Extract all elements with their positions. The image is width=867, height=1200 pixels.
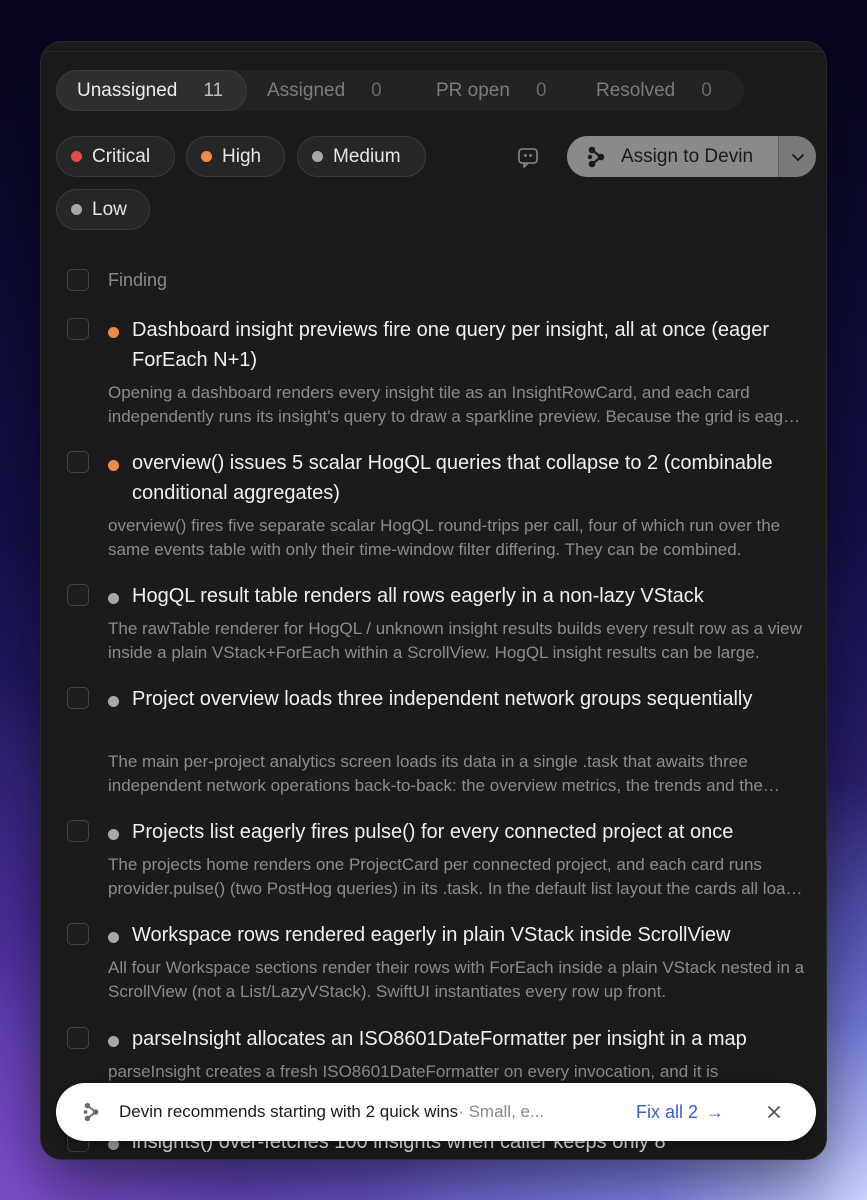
filter-critical-chip[interactable]: Critical bbox=[56, 136, 175, 177]
finding-title: Projects list eagerly fires pulse() for … bbox=[132, 821, 734, 843]
select-all-checkbox[interactable] bbox=[67, 269, 89, 291]
recommendation-toast: Devin recommends starting with 2 quick w… bbox=[56, 1083, 816, 1141]
arrow-right-icon: → bbox=[706, 1101, 725, 1122]
critical-dot-icon bbox=[71, 151, 82, 162]
feedback-button[interactable] bbox=[516, 146, 540, 170]
finding-description: The rawTable renderer for HogQL / unknow… bbox=[108, 619, 802, 662]
tab-unassigned[interactable]: Unassigned 11 bbox=[56, 70, 247, 111]
row-checkbox[interactable] bbox=[67, 1027, 89, 1049]
row-checkbox[interactable] bbox=[67, 820, 89, 842]
severity-dot-icon bbox=[108, 593, 119, 604]
finding-description: The main per-project analytics screen lo… bbox=[108, 752, 763, 795]
panel-divider bbox=[41, 51, 826, 52]
finding-description: Opening a dashboard renders every insigh… bbox=[108, 383, 803, 426]
status-tabs: Unassigned 11 Assigned 0 PR open 0 Resol… bbox=[56, 70, 744, 111]
finding-description: overview() fires five separate scalar Ho… bbox=[108, 516, 781, 559]
high-dot-icon bbox=[201, 151, 212, 162]
finding-title: Workspace rows rendered eagerly in plain… bbox=[132, 924, 731, 946]
finding-title: Project overview loads three independent… bbox=[132, 688, 753, 710]
filter-low-chip[interactable]: Low bbox=[56, 189, 150, 230]
chip-label: High bbox=[222, 145, 262, 167]
chevron-down-icon bbox=[791, 153, 804, 161]
severity-dot-icon bbox=[108, 829, 119, 840]
low-dot-icon bbox=[71, 204, 82, 215]
severity-dot-icon bbox=[108, 696, 119, 707]
row-checkbox[interactable] bbox=[67, 318, 89, 340]
findings-panel: Unassigned 11 Assigned 0 PR open 0 Resol… bbox=[40, 41, 827, 1160]
chip-label: Medium bbox=[333, 145, 401, 167]
assign-split-button: Assign to Devin bbox=[567, 136, 816, 177]
assign-label: Assign to Devin bbox=[621, 145, 754, 167]
finding-description: The projects home renders one ProjectCar… bbox=[108, 855, 795, 898]
tab-label: Assigned bbox=[267, 79, 346, 101]
finding-title: parseInsight allocates an ISO8601DateFor… bbox=[132, 1028, 747, 1050]
close-icon bbox=[768, 1106, 780, 1118]
tab-label: Resolved bbox=[596, 79, 676, 101]
row-checkbox[interactable] bbox=[67, 923, 89, 945]
tab-label: Unassigned bbox=[77, 79, 178, 101]
tab-pr-open[interactable]: PR open 0 bbox=[416, 70, 576, 111]
severity-dot-icon bbox=[108, 932, 119, 943]
message-quote-icon bbox=[518, 148, 538, 168]
assign-options-button[interactable] bbox=[778, 136, 816, 177]
tab-resolved[interactable]: Resolved 0 bbox=[576, 70, 744, 111]
tab-count: 0 bbox=[371, 79, 382, 101]
toast-subtext: · Small, e... bbox=[458, 1102, 545, 1121]
devin-logo-icon bbox=[587, 146, 605, 167]
medium-dot-icon bbox=[312, 151, 323, 162]
tab-assigned[interactable]: Assigned 0 bbox=[247, 70, 416, 111]
tab-count: 0 bbox=[701, 79, 712, 101]
finding-title: HogQL result table renders all rows eage… bbox=[132, 585, 704, 607]
close-toast-button[interactable] bbox=[763, 1101, 785, 1123]
devin-logo-icon bbox=[83, 1102, 99, 1122]
finding-title: overview() issues 5 scalar HogQL queries… bbox=[132, 452, 773, 504]
toast-message: Devin recommends starting with 2 quick w… bbox=[119, 1102, 459, 1121]
row-checkbox[interactable] bbox=[67, 584, 89, 606]
filter-high-chip[interactable]: High bbox=[186, 136, 285, 177]
tab-label: PR open bbox=[436, 79, 510, 101]
tab-count: 11 bbox=[203, 79, 224, 101]
finding-title: Dashboard insight previews fire one quer… bbox=[132, 319, 770, 371]
fix-all-button[interactable]: Fix all 2 → bbox=[636, 1083, 724, 1141]
tab-count: 0 bbox=[535, 79, 547, 101]
row-checkbox[interactable] bbox=[67, 451, 89, 473]
severity-dot-icon bbox=[108, 460, 119, 471]
chip-label: Critical bbox=[92, 145, 151, 167]
finding-description: parseInsight creates a fresh ISO8601Date… bbox=[108, 1062, 719, 1081]
fix-all-label: Fix all 2 bbox=[636, 1101, 699, 1122]
severity-dot-icon bbox=[108, 1036, 119, 1047]
assign-to-devin-button[interactable]: Assign to Devin bbox=[567, 136, 778, 177]
filter-medium-chip[interactable]: Medium bbox=[297, 136, 426, 177]
finding-description: All four Workspace sections render their… bbox=[108, 958, 805, 1001]
column-header-finding: Finding bbox=[108, 270, 168, 290]
row-checkbox[interactable] bbox=[67, 687, 89, 709]
chip-label: Low bbox=[92, 198, 127, 220]
severity-dot-icon bbox=[108, 327, 119, 338]
